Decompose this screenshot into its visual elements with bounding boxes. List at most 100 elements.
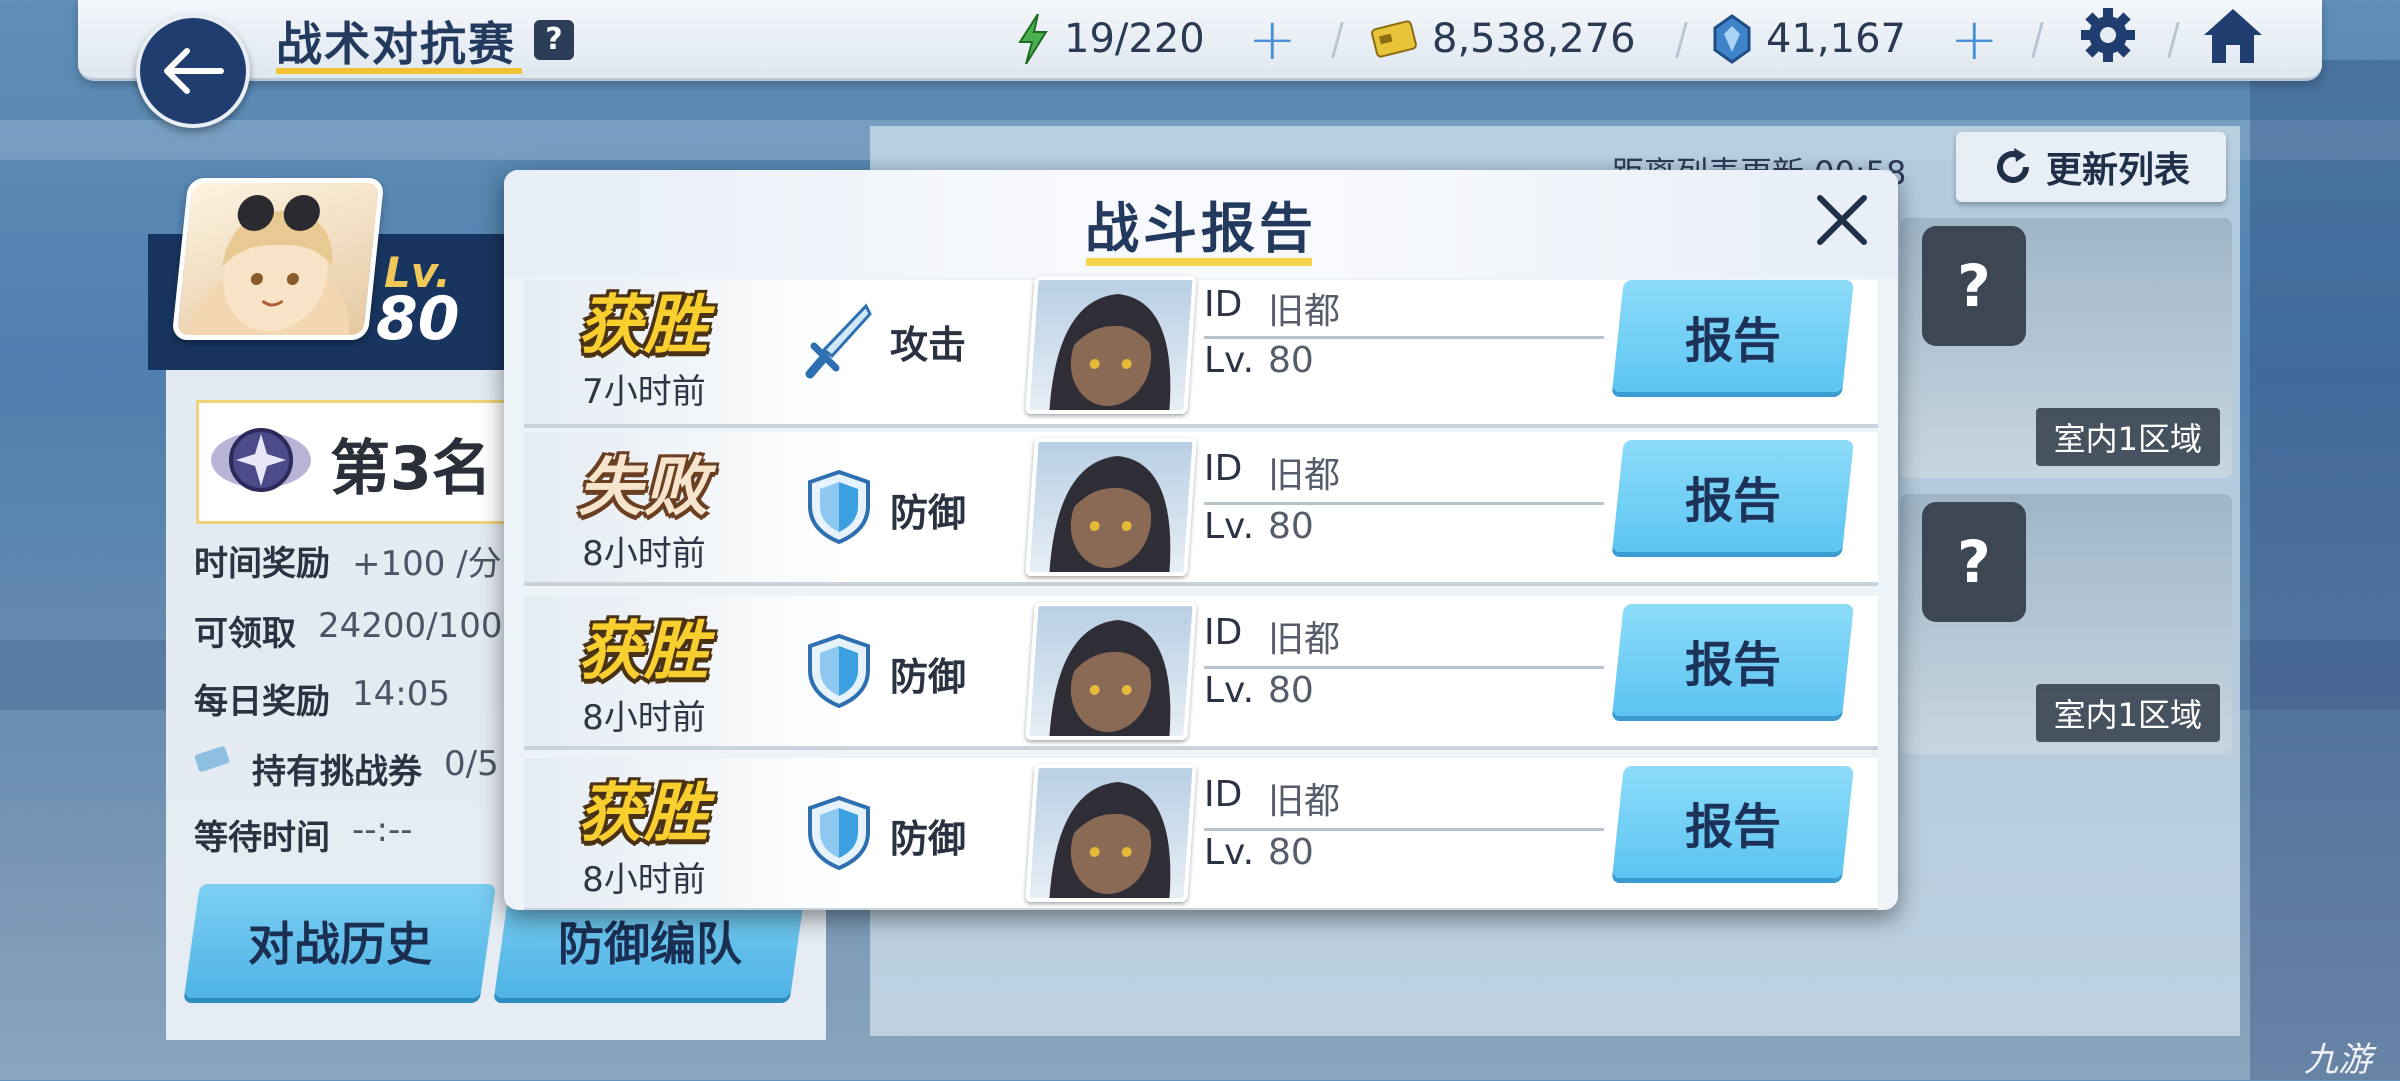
help-button[interactable]: ? xyxy=(534,20,574,60)
action-label: 防御 xyxy=(890,817,967,861)
opponent-level: 80 xyxy=(1268,506,1314,547)
row-divider xyxy=(1204,666,1604,669)
opponent-avatar xyxy=(1049,294,1171,410)
player-avatar[interactable] xyxy=(171,178,385,340)
modal-title-underline xyxy=(1086,258,1312,266)
report-button[interactable]: 报告 xyxy=(1612,766,1854,878)
report-button[interactable]: 报告 xyxy=(1612,604,1854,716)
lv-label: Lv. xyxy=(1204,340,1255,381)
back-arrow-icon xyxy=(164,48,224,94)
defense-formation-label: 防御编队 xyxy=(558,917,742,971)
add-stamina-button[interactable]: + xyxy=(1248,5,1297,73)
battle-history-label: 对战历史 xyxy=(248,917,432,971)
modal-title: 战斗报告 xyxy=(1085,197,1317,260)
shield-icon xyxy=(808,469,870,545)
report-row: 失败 8小时前 防御 ID 旧都 Lv. 80 报告 xyxy=(524,432,1878,586)
lv-label: Lv. xyxy=(1204,506,1255,547)
report-button[interactable]: 报告 xyxy=(1612,280,1854,392)
time-ago: 8小时前 xyxy=(582,698,706,738)
home-icon xyxy=(2204,9,2262,63)
info-value: --:-- xyxy=(352,810,413,850)
action-label: 攻击 xyxy=(890,323,967,367)
info-row-wait-time: 等待时间 --:-- xyxy=(194,810,413,859)
opponent-id: 旧都 xyxy=(1268,291,1341,332)
settings-button[interactable] xyxy=(2078,8,2138,62)
opponent-level: 80 xyxy=(1268,832,1314,873)
action-label: 防御 xyxy=(890,491,967,535)
info-row-tickets: 持有挑战券 0/5 xyxy=(194,744,499,793)
opponent-portrait[interactable] xyxy=(1025,602,1197,740)
page-title: 战术对抗赛 xyxy=(276,17,516,71)
info-label: 等待时间 xyxy=(194,818,330,858)
refresh-list-label: 更新列表 xyxy=(2045,150,2190,191)
unknown-opponent-icon: ? xyxy=(1922,502,2026,622)
opponent-area: 室内1区域 xyxy=(2035,408,2220,466)
result-label: 获胜 xyxy=(578,777,710,851)
battle-report-modal: 战斗报告 获胜 7小时前 攻击 ID 旧都 Lv. 80 报告 失败 8小时前 … xyxy=(504,170,1898,910)
lightning-icon xyxy=(1018,14,1048,64)
time-ago: 8小时前 xyxy=(582,860,706,900)
back-button[interactable] xyxy=(136,14,250,128)
report-button-label: 报告 xyxy=(1684,313,1781,369)
gear-icon xyxy=(2081,8,2135,62)
opponent-avatar xyxy=(1049,620,1171,736)
avatar-portrait xyxy=(188,195,350,340)
info-row-time-reward: 时间奖励 +100 /分 xyxy=(194,536,502,585)
report-row: 获胜 7小时前 攻击 ID 旧都 Lv. 80 报告 xyxy=(524,276,1878,428)
opponent-id: 旧都 xyxy=(1268,619,1341,660)
info-value: 0/5 xyxy=(444,744,499,784)
opponent-portrait[interactable] xyxy=(1025,438,1197,576)
id-label: ID xyxy=(1204,284,1243,325)
battle-history-button[interactable]: 对战历史 xyxy=(183,884,497,998)
id-label: ID xyxy=(1204,612,1243,653)
close-button[interactable] xyxy=(1814,192,1870,248)
stamina-value: 19/220 xyxy=(1064,16,1205,62)
credit-card-icon xyxy=(1371,20,1417,58)
ticket-icon xyxy=(194,746,230,772)
row-divider xyxy=(1204,336,1604,339)
credits-resource: 8,538,276 xyxy=(1370,14,1636,64)
close-icon xyxy=(1817,195,1867,245)
player-level: 80 xyxy=(376,284,460,354)
action-label: 防御 xyxy=(890,655,967,699)
opponent-avatar xyxy=(1049,782,1171,898)
opponent-level: 80 xyxy=(1268,670,1314,711)
report-button-label: 报告 xyxy=(1684,473,1781,529)
opponent-portrait[interactable] xyxy=(1025,764,1197,902)
info-value: 24200/1000 xyxy=(318,606,525,646)
home-button[interactable] xyxy=(2200,9,2266,63)
opponent-avatar xyxy=(1049,456,1171,572)
opponent-area: 室内1区域 xyxy=(2035,684,2220,742)
unknown-opponent-icon: ? xyxy=(1922,226,2026,346)
info-row-claimable: 可领取 24200/1000 xyxy=(194,606,524,655)
report-button-label: 报告 xyxy=(1684,637,1781,693)
gems-resource: 41,167 xyxy=(1712,14,1906,64)
row-divider xyxy=(1204,828,1604,831)
opponent-card[interactable]: ? 室内1区域 xyxy=(1900,218,2232,478)
plus-icon: + xyxy=(1950,5,1999,73)
add-gems-button[interactable]: + xyxy=(1950,5,1999,73)
rank-emblem-icon xyxy=(211,428,311,492)
watermark: 九游 xyxy=(2304,1040,2372,1080)
opponent-level: 80 xyxy=(1268,340,1314,381)
id-label: ID xyxy=(1204,448,1243,489)
result-label: 获胜 xyxy=(578,289,710,363)
time-ago: 8小时前 xyxy=(582,534,706,574)
info-label: 持有挑战券 xyxy=(252,752,422,792)
report-button[interactable]: 报告 xyxy=(1612,440,1854,552)
opponent-card[interactable]: ? 室内1区域 xyxy=(1900,494,2232,754)
opponent-id: 旧都 xyxy=(1268,455,1341,496)
info-row-daily-reward: 每日奖励 14:05 xyxy=(194,674,450,723)
info-label: 可领取 xyxy=(194,614,296,654)
refresh-icon xyxy=(1997,148,2029,183)
credits-value: 8,538,276 xyxy=(1432,16,1636,62)
plus-icon: + xyxy=(1248,5,1297,73)
gems-value: 41,167 xyxy=(1766,16,1906,62)
info-value: +100 /分 xyxy=(352,544,502,584)
opponent-portrait[interactable] xyxy=(1025,276,1197,414)
shield-icon xyxy=(808,795,870,871)
refresh-list-button[interactable]: 更新列表 xyxy=(1956,132,2226,202)
result-label: 获胜 xyxy=(578,615,710,689)
opponent-id: 旧都 xyxy=(1268,781,1341,822)
shield-icon xyxy=(808,633,870,709)
